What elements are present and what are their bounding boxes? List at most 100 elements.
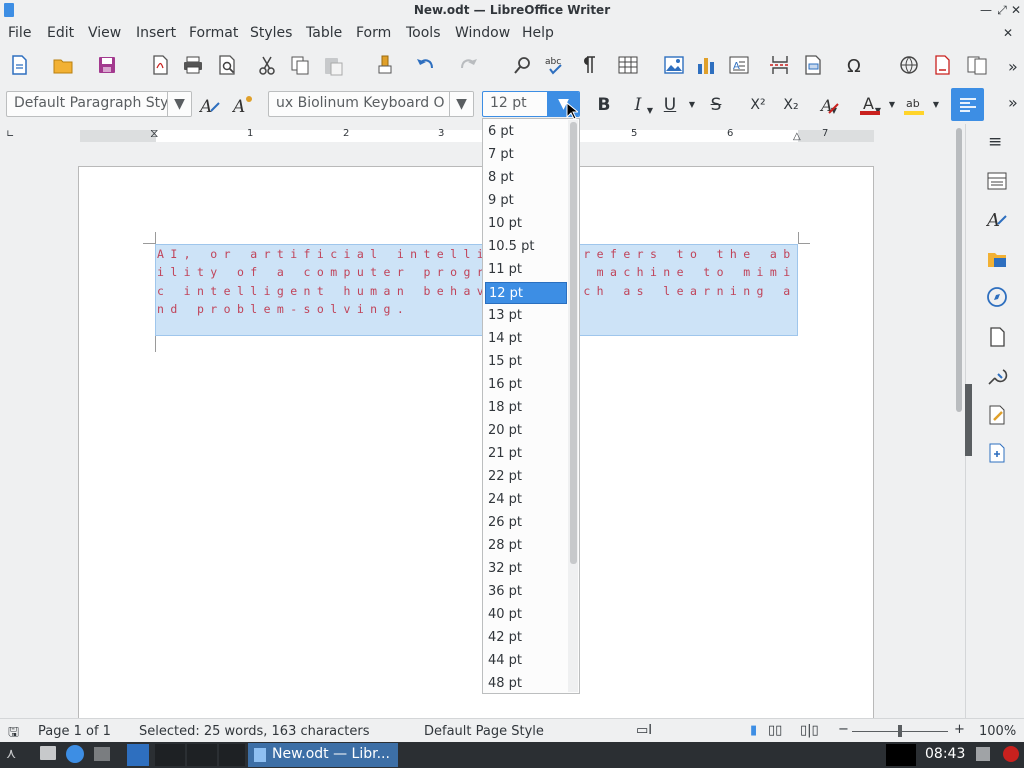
properties-icon[interactable]: [986, 170, 1008, 192]
style-inspector-icon[interactable]: [986, 366, 1008, 388]
font-size-option[interactable]: 18 pt: [485, 397, 567, 419]
workspace-2[interactable]: [187, 744, 217, 766]
font-size-option[interactable]: 20 pt: [485, 420, 567, 442]
font-size-option[interactable]: 26 pt: [485, 512, 567, 534]
power-icon[interactable]: [1003, 746, 1019, 762]
font-size-option[interactable]: 8 pt: [485, 167, 567, 189]
font-size-option[interactable]: 32 pt: [485, 558, 567, 580]
page-style[interactable]: Default Page Style: [424, 724, 544, 739]
menu-view[interactable]: View: [88, 25, 121, 41]
clone-formatting-icon[interactable]: [370, 50, 400, 80]
print-icon[interactable]: [178, 50, 208, 80]
font-size-option[interactable]: 9 pt: [485, 190, 567, 212]
tab-type-icon[interactable]: ∟: [6, 129, 14, 140]
special-character-icon[interactable]: Ω: [841, 50, 871, 80]
menu-window[interactable]: Window: [455, 25, 510, 41]
font-size-option[interactable]: 6 pt: [485, 121, 567, 143]
toolbar-overflow-icon[interactable]: »: [1008, 57, 1018, 76]
close-icon[interactable]: ✕: [1008, 2, 1024, 18]
font-size-option[interactable]: 44 pt: [485, 650, 567, 672]
insert-chart-icon[interactable]: [691, 50, 721, 80]
word-count[interactable]: Selected: 25 words, 163 characters: [139, 724, 370, 739]
workspace-1[interactable]: [155, 744, 185, 766]
menu-help[interactable]: Help: [522, 25, 554, 41]
italic-button[interactable]: I: [624, 92, 652, 118]
clock[interactable]: 08:43: [925, 746, 965, 762]
insert-textbox-icon[interactable]: A: [724, 50, 754, 80]
menu-format[interactable]: Format: [189, 25, 238, 41]
font-size-option[interactable]: 10.5 pt: [485, 236, 567, 258]
menu-tools[interactable]: Tools: [406, 25, 441, 41]
font-size-option[interactable]: 7 pt: [485, 144, 567, 166]
underline-button[interactable]: U: [656, 92, 684, 118]
paragraph-style-combo[interactable]: Default Paragraph Sty ▼: [6, 91, 192, 117]
styles-icon[interactable]: A: [986, 208, 1008, 230]
save-icon[interactable]: [92, 50, 122, 80]
font-size-list[interactable]: 6 pt 7 pt 8 pt 9 pt 10 pt 10.5 pt 11 pt 12 pt 13…: [482, 118, 580, 694]
menu-table[interactable]: Table: [306, 25, 342, 41]
document-text[interactable]: AI, or artificial intelligence, refers t…: [157, 245, 797, 318]
update-style-icon[interactable]: A: [196, 92, 224, 118]
copy-icon[interactable]: [285, 50, 315, 80]
scrollbar-thumb[interactable]: [956, 128, 962, 412]
insert-table-icon[interactable]: [613, 50, 643, 80]
menu-form[interactable]: Form: [356, 25, 391, 41]
zoom-level[interactable]: 100%: [979, 724, 1016, 739]
vertical-scrollbar[interactable]: [955, 124, 965, 718]
font-color-dropdown-icon[interactable]: ▼: [887, 100, 897, 110]
zoom-slider-thumb[interactable]: [898, 725, 902, 737]
clear-formatting-icon[interactable]: A: [816, 92, 844, 118]
sidebar-collapse-handle[interactable]: [965, 384, 972, 456]
spelling-icon[interactable]: abc: [540, 50, 570, 80]
superscript-button[interactable]: X²: [744, 92, 772, 118]
selection-mode-icon[interactable]: ▭I: [636, 723, 652, 738]
underline-dropdown-icon[interactable]: ▼: [687, 100, 697, 110]
new-document-icon[interactable]: [4, 50, 34, 80]
cut-icon[interactable]: [252, 50, 282, 80]
hyperlink-icon[interactable]: [894, 50, 924, 80]
open-folder-icon[interactable]: [48, 50, 78, 80]
font-name-combo[interactable]: ux Biolinum Keyboard O ▼: [268, 91, 474, 117]
font-size-option[interactable]: 36 pt: [485, 581, 567, 603]
workspace-3[interactable]: [219, 744, 245, 766]
font-size-option[interactable]: 13 pt: [485, 305, 567, 327]
close-document-icon[interactable]: ✕: [1000, 25, 1016, 41]
start-menu-icon[interactable]: ⋏: [6, 746, 16, 762]
writer-launcher-icon[interactable]: [127, 744, 149, 766]
font-size-option[interactable]: 40 pt: [485, 604, 567, 626]
page-count[interactable]: Page 1 of 1: [38, 724, 111, 739]
sidebar-menu-icon[interactable]: ≡: [988, 132, 1002, 152]
files-icon[interactable]: [40, 746, 56, 760]
font-size-option[interactable]: 15 pt: [485, 351, 567, 373]
font-size-option[interactable]: 48 pt: [485, 673, 567, 693]
single-page-view-icon[interactable]: ▮: [750, 723, 757, 738]
font-size-option[interactable]: 14 pt: [485, 328, 567, 350]
subscript-button[interactable]: X₂: [777, 92, 805, 118]
font-size-option[interactable]: 16 pt: [485, 374, 567, 396]
page-icon[interactable]: [986, 326, 1008, 348]
user-icon[interactable]: [976, 747, 990, 761]
menu-insert[interactable]: Insert: [136, 25, 176, 41]
menu-styles[interactable]: Styles: [250, 25, 292, 41]
gallery-icon[interactable]: [986, 248, 1008, 270]
formatting-overflow-icon[interactable]: »: [1008, 93, 1018, 112]
font-size-option[interactable]: 10 pt: [485, 213, 567, 235]
right-indent-marker-icon[interactable]: △: [793, 131, 801, 142]
menu-file[interactable]: File: [8, 25, 31, 41]
export-pdf-icon[interactable]: [145, 50, 175, 80]
highlight-color-icon[interactable]: ab: [900, 92, 928, 118]
font-size-option[interactable]: 11 pt: [485, 259, 567, 281]
zoom-out-icon[interactable]: −: [838, 722, 849, 737]
menu-edit[interactable]: Edit: [47, 25, 74, 41]
task-writer[interactable]: New.odt — Libr...: [248, 743, 398, 767]
formatting-marks-icon[interactable]: [573, 50, 603, 80]
font-size-option[interactable]: 42 pt: [485, 627, 567, 649]
manage-changes-icon[interactable]: [986, 404, 1008, 426]
font-size-option[interactable]: 22 pt: [485, 466, 567, 488]
strikethrough-button[interactable]: S: [702, 92, 730, 118]
document-area[interactable]: [0, 146, 955, 718]
font-name-dropdown-icon[interactable]: ▼: [449, 92, 473, 116]
new-style-icon[interactable]: A: [229, 92, 257, 118]
insert-page-break-icon[interactable]: [765, 50, 795, 80]
insert-endnote-icon[interactable]: [962, 50, 992, 80]
